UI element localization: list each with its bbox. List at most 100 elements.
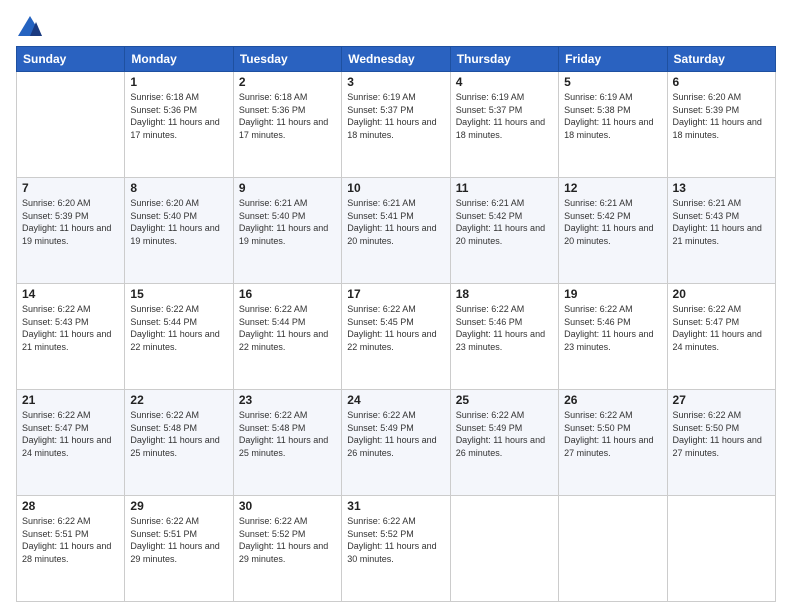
day-info: Sunrise: 6:22 AMSunset: 5:47 PMDaylight:…	[673, 303, 770, 353]
calendar-cell: 20 Sunrise: 6:22 AMSunset: 5:47 PMDayligh…	[667, 284, 775, 390]
calendar-cell: 16Sunrise: 6:22 AMSunset: 5:44 PMDayligh…	[233, 284, 341, 390]
day-info: Sunrise: 6:20 AMSunset: 5:39 PMDaylight:…	[673, 91, 770, 141]
calendar-cell: 31 Sunrise: 6:22 AMSunset: 5:52 PMDayligh…	[342, 496, 450, 602]
calendar-cell: 24Sunrise: 6:22 AMSunset: 5:49 PMDayligh…	[342, 390, 450, 496]
day-number: 2	[239, 75, 336, 89]
calendar-cell: 5Sunrise: 6:19 AMSunset: 5:38 PMDaylight…	[559, 72, 667, 178]
day-number: 21	[22, 393, 119, 407]
header	[16, 10, 776, 42]
calendar-cell: 28 Sunrise: 6:22 AMSunset: 5:51 PMDayligh…	[17, 496, 125, 602]
weekday-header-sunday: Sunday	[17, 47, 125, 72]
day-info: Sunrise: 6:21 AMSunset: 5:42 PMDaylight:…	[456, 197, 553, 247]
weekday-header-friday: Friday	[559, 47, 667, 72]
day-info: Sunrise: 6:22 AMSunset: 5:52 PMDaylight:…	[347, 515, 444, 565]
calendar-cell: 8 Sunrise: 6:20 AMSunset: 5:40 PMDaylight…	[125, 178, 233, 284]
day-number: 8	[130, 181, 227, 195]
day-info: Sunrise: 6:20 AMSunset: 5:40 PMDaylight:…	[130, 197, 227, 247]
week-row-1: 1 Sunrise: 6:18 AMSunset: 5:36 PMDaylight…	[17, 72, 776, 178]
calendar-cell: 14Sunrise: 6:22 AMSunset: 5:43 PMDayligh…	[17, 284, 125, 390]
weekday-header-saturday: Saturday	[667, 47, 775, 72]
day-info: Sunrise: 6:22 AMSunset: 5:48 PMDaylight:…	[130, 409, 227, 459]
day-info: Sunrise: 6:22 AMSunset: 5:48 PMDaylight:…	[239, 409, 336, 459]
day-number: 31	[347, 499, 444, 513]
weekday-header-thursday: Thursday	[450, 47, 558, 72]
calendar-cell: 29 Sunrise: 6:22 AMSunset: 5:51 PMDayligh…	[125, 496, 233, 602]
day-info: Sunrise: 6:22 AMSunset: 5:46 PMDaylight:…	[456, 303, 553, 353]
weekday-header-monday: Monday	[125, 47, 233, 72]
day-number: 17	[347, 287, 444, 301]
week-row-2: 7 Sunrise: 6:20 AMSunset: 5:39 PMDaylight…	[17, 178, 776, 284]
day-number: 14	[22, 287, 119, 301]
calendar-cell: 11Sunrise: 6:21 AMSunset: 5:42 PMDayligh…	[450, 178, 558, 284]
calendar-cell: 21 Sunrise: 6:22 AMSunset: 5:47 PMDayligh…	[17, 390, 125, 496]
calendar-cell: 22 Sunrise: 6:22 AMSunset: 5:48 PMDayligh…	[125, 390, 233, 496]
day-number: 29	[130, 499, 227, 513]
day-info: Sunrise: 6:22 AMSunset: 5:52 PMDaylight:…	[239, 515, 336, 565]
day-number: 7	[22, 181, 119, 195]
day-number: 16	[239, 287, 336, 301]
day-info: Sunrise: 6:18 AMSunset: 5:36 PMDaylight:…	[130, 91, 227, 141]
day-number: 3	[347, 75, 444, 89]
day-info: Sunrise: 6:22 AMSunset: 5:44 PMDaylight:…	[130, 303, 227, 353]
page: SundayMondayTuesdayWednesdayThursdayFrid…	[0, 0, 792, 612]
calendar-cell: 25 Sunrise: 6:22 AMSunset: 5:49 PMDayligh…	[450, 390, 558, 496]
day-number: 10	[347, 181, 444, 195]
day-info: Sunrise: 6:22 AMSunset: 5:45 PMDaylight:…	[347, 303, 444, 353]
day-number: 19	[564, 287, 661, 301]
calendar-cell: 1 Sunrise: 6:18 AMSunset: 5:36 PMDaylight…	[125, 72, 233, 178]
day-info: Sunrise: 6:22 AMSunset: 5:51 PMDaylight:…	[22, 515, 119, 565]
day-info: Sunrise: 6:19 AMSunset: 5:37 PMDaylight:…	[456, 91, 553, 141]
calendar-cell: 19 Sunrise: 6:22 AMSunset: 5:46 PMDayligh…	[559, 284, 667, 390]
calendar-cell: 2 Sunrise: 6:18 AMSunset: 5:36 PMDaylight…	[233, 72, 341, 178]
day-info: Sunrise: 6:20 AMSunset: 5:39 PMDaylight:…	[22, 197, 119, 247]
day-info: Sunrise: 6:21 AMSunset: 5:40 PMDaylight:…	[239, 197, 336, 247]
day-number: 20	[673, 287, 770, 301]
calendar-cell	[17, 72, 125, 178]
calendar-cell: 30 Sunrise: 6:22 AMSunset: 5:52 PMDayligh…	[233, 496, 341, 602]
week-row-5: 28 Sunrise: 6:22 AMSunset: 5:51 PMDayligh…	[17, 496, 776, 602]
day-number: 1	[130, 75, 227, 89]
day-info: Sunrise: 6:22 AMSunset: 5:50 PMDaylight:…	[673, 409, 770, 459]
calendar-cell: 4 Sunrise: 6:19 AMSunset: 5:37 PMDaylight…	[450, 72, 558, 178]
calendar-cell	[667, 496, 775, 602]
calendar-table: SundayMondayTuesdayWednesdayThursdayFrid…	[16, 46, 776, 602]
day-number: 28	[22, 499, 119, 513]
calendar-cell: 3Sunrise: 6:19 AMSunset: 5:37 PMDaylight…	[342, 72, 450, 178]
day-info: Sunrise: 6:22 AMSunset: 5:51 PMDaylight:…	[130, 515, 227, 565]
calendar-cell: 15 Sunrise: 6:22 AMSunset: 5:44 PMDayligh…	[125, 284, 233, 390]
calendar-cell: 7 Sunrise: 6:20 AMSunset: 5:39 PMDaylight…	[17, 178, 125, 284]
day-info: Sunrise: 6:22 AMSunset: 5:47 PMDaylight:…	[22, 409, 119, 459]
day-number: 12	[564, 181, 661, 195]
week-row-3: 14Sunrise: 6:22 AMSunset: 5:43 PMDayligh…	[17, 284, 776, 390]
day-number: 4	[456, 75, 553, 89]
day-number: 18	[456, 287, 553, 301]
calendar-cell: 12 Sunrise: 6:21 AMSunset: 5:42 PMDayligh…	[559, 178, 667, 284]
day-number: 23	[239, 393, 336, 407]
day-number: 30	[239, 499, 336, 513]
logo-icon	[16, 14, 44, 42]
day-info: Sunrise: 6:22 AMSunset: 5:46 PMDaylight:…	[564, 303, 661, 353]
calendar-cell: 6Sunrise: 6:20 AMSunset: 5:39 PMDaylight…	[667, 72, 775, 178]
calendar-cell: 23 Sunrise: 6:22 AMSunset: 5:48 PMDayligh…	[233, 390, 341, 496]
day-number: 27	[673, 393, 770, 407]
calendar-cell: 9 Sunrise: 6:21 AMSunset: 5:40 PMDaylight…	[233, 178, 341, 284]
day-number: 24	[347, 393, 444, 407]
weekday-header-row: SundayMondayTuesdayWednesdayThursdayFrid…	[17, 47, 776, 72]
day-info: Sunrise: 6:22 AMSunset: 5:49 PMDaylight:…	[456, 409, 553, 459]
day-info: Sunrise: 6:21 AMSunset: 5:42 PMDaylight:…	[564, 197, 661, 247]
calendar-cell: 10Sunrise: 6:21 AMSunset: 5:41 PMDayligh…	[342, 178, 450, 284]
day-number: 13	[673, 181, 770, 195]
calendar-cell	[450, 496, 558, 602]
day-number: 5	[564, 75, 661, 89]
day-number: 22	[130, 393, 227, 407]
day-number: 25	[456, 393, 553, 407]
calendar-cell: 17 Sunrise: 6:22 AMSunset: 5:45 PMDayligh…	[342, 284, 450, 390]
weekday-header-tuesday: Tuesday	[233, 47, 341, 72]
day-number: 9	[239, 181, 336, 195]
calendar-cell	[559, 496, 667, 602]
calendar-cell: 13Sunrise: 6:21 AMSunset: 5:43 PMDayligh…	[667, 178, 775, 284]
day-number: 15	[130, 287, 227, 301]
day-info: Sunrise: 6:18 AMSunset: 5:36 PMDaylight:…	[239, 91, 336, 141]
calendar-cell: 26Sunrise: 6:22 AMSunset: 5:50 PMDayligh…	[559, 390, 667, 496]
calendar-cell: 27 Sunrise: 6:22 AMSunset: 5:50 PMDayligh…	[667, 390, 775, 496]
